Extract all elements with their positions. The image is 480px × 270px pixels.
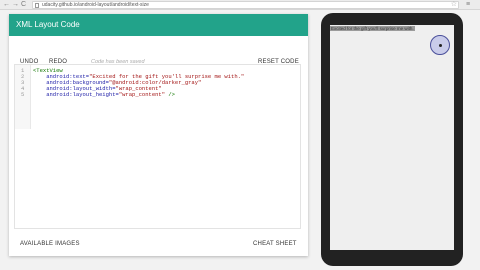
code-line-5: android:layout_height="wrap_content" /> <box>33 92 175 98</box>
editor-header: XML Layout Code <box>9 14 308 36</box>
code-value: "wrap_content" <box>118 91 166 98</box>
cursor-icon <box>439 44 442 47</box>
available-images-button[interactable]: AVAILABLE IMAGES <box>20 240 80 248</box>
code-attr: android:layout_height= <box>33 91 119 98</box>
cursor-highlight <box>430 35 450 55</box>
phone-frame: Excited for the gift you'll surprise me … <box>321 13 463 266</box>
reload-icon[interactable]: C <box>21 1 26 9</box>
url-text: udacity.github.io/android-layout/android… <box>42 2 149 8</box>
code-editor[interactable]: 1 2 3 4 5 <TextView android:text="Excite… <box>14 64 301 229</box>
page-icon <box>35 3 39 8</box>
address-bar[interactable]: udacity.github.io/android-layout/android… <box>32 1 459 9</box>
cheat-sheet-button[interactable]: CHEAT SHEET <box>253 240 297 248</box>
line-number-gutter: 1 2 3 4 5 <box>15 65 31 129</box>
forward-icon[interactable]: → <box>12 1 19 9</box>
browser-toolbar: ← → C udacity.github.io/android-layout/a… <box>0 0 480 10</box>
phone-screen: Excited for the gift you'll surprise me … <box>330 25 454 250</box>
code-tag: /> <box>165 91 175 98</box>
menu-icon[interactable]: ≡ <box>466 1 470 9</box>
back-icon[interactable]: ← <box>3 1 10 9</box>
line-number: 5 <box>21 91 25 98</box>
preview-textview: Excited for the gift you'll surprise me … <box>330 26 415 31</box>
editor-title: XML Layout Code <box>16 20 80 29</box>
bookmark-star-icon[interactable]: ☆ <box>451 1 457 9</box>
